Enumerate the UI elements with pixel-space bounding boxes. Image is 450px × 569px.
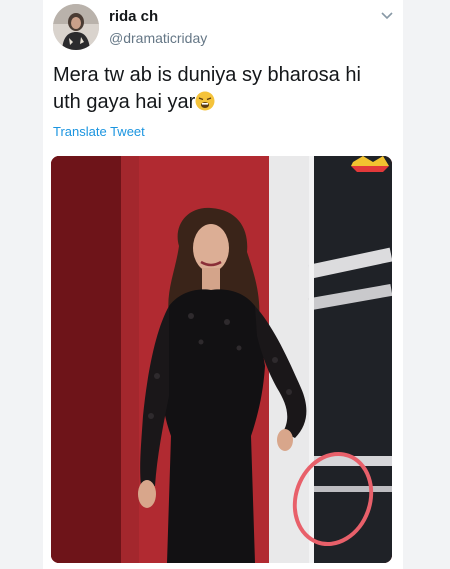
tweet-photo[interactable]: [51, 156, 392, 563]
display-name[interactable]: rida ch: [109, 8, 158, 25]
avatar[interactable]: [53, 4, 99, 50]
tweet-card: rida ch @dramaticriday Mera tw ab is dun…: [43, 0, 403, 569]
tweet-text: Mera tw ab is duniya sy bharosa hi uth g…: [53, 62, 383, 116]
chevron-down-icon[interactable]: [377, 8, 397, 24]
weary-face-emoji: [195, 91, 215, 111]
avatar-image: [53, 4, 99, 50]
photo-image: [51, 156, 392, 563]
translate-tweet-link[interactable]: Translate Tweet: [53, 124, 145, 139]
user-handle[interactable]: @dramaticriday: [109, 30, 207, 46]
